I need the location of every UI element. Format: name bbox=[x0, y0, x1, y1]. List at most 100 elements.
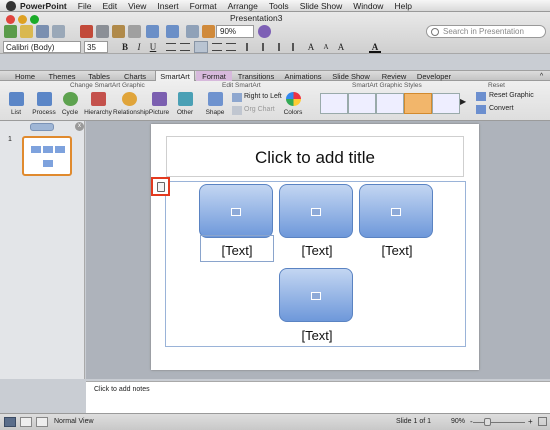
menu-app-name[interactable]: PowerPoint bbox=[20, 1, 67, 11]
cycle-button[interactable]: Cycle bbox=[58, 92, 82, 116]
right-to-left-button[interactable]: Right to Left bbox=[244, 93, 282, 100]
smartart-text-1[interactable]: [Text] bbox=[197, 243, 277, 258]
menu-view[interactable]: View bbox=[128, 1, 146, 11]
align-right-icon[interactable] bbox=[212, 43, 222, 51]
relationship-button[interactable]: Relationship bbox=[113, 92, 149, 116]
normal-view-icon[interactable] bbox=[4, 417, 16, 427]
font-size-field[interactable]: 35 bbox=[84, 41, 108, 53]
zoom-in-icon[interactable]: + bbox=[528, 417, 533, 426]
zoom-window-icon[interactable] bbox=[30, 15, 39, 24]
reset-graphic-button[interactable]: Reset Graphic bbox=[489, 92, 534, 99]
menu-help[interactable]: Help bbox=[394, 1, 411, 11]
collapse-ribbon-icon[interactable]: ^ bbox=[537, 72, 546, 81]
format-painter-icon[interactable] bbox=[128, 25, 141, 38]
ribbon-tab-bar: Home Themes Tables Charts SmartArt Forma… bbox=[0, 70, 550, 83]
style-thumbnail-5[interactable] bbox=[432, 93, 460, 114]
picture-placeholder-icon[interactable] bbox=[311, 208, 321, 216]
italic-button[interactable]: I bbox=[133, 41, 145, 53]
picture-placeholder-icon[interactable] bbox=[391, 208, 401, 216]
justify-icon[interactable] bbox=[226, 43, 236, 51]
menu-bar: PowerPoint File Edit View Insert Format … bbox=[0, 0, 550, 12]
align-center-active-icon[interactable] bbox=[194, 41, 208, 53]
picture-icon[interactable] bbox=[202, 25, 215, 38]
close-window-icon[interactable] bbox=[6, 15, 15, 24]
menu-insert[interactable]: Insert bbox=[157, 1, 178, 11]
smartart-shape-4[interactable] bbox=[279, 268, 353, 322]
copy-icon[interactable] bbox=[96, 25, 109, 38]
style-thumbnail-2[interactable] bbox=[348, 93, 376, 114]
text-pane-button[interactable] bbox=[151, 177, 170, 196]
menu-arrange[interactable]: Arrange bbox=[228, 1, 258, 11]
style-thumbnail-1[interactable] bbox=[320, 93, 348, 114]
table-icon[interactable] bbox=[186, 25, 199, 38]
search-input[interactable]: Search in Presentation bbox=[426, 25, 546, 38]
picture-placeholder-icon[interactable] bbox=[231, 208, 241, 216]
print-icon[interactable] bbox=[52, 25, 65, 38]
menu-slide-show[interactable]: Slide Show bbox=[300, 1, 343, 11]
org-chart-button[interactable]: Org Chart bbox=[244, 106, 275, 113]
save-icon[interactable] bbox=[36, 25, 49, 38]
search-icon bbox=[431, 28, 439, 36]
align-center-icon[interactable] bbox=[180, 43, 190, 51]
relationship-layout-icon bbox=[121, 92, 137, 106]
smartart-shape-3[interactable] bbox=[359, 184, 433, 238]
picture-button[interactable]: Picture bbox=[146, 92, 172, 116]
apple-icon[interactable] bbox=[6, 0, 16, 11]
zoom-out-icon[interactable]: - bbox=[470, 417, 473, 426]
smartart-shape-1[interactable] bbox=[199, 184, 273, 238]
zoom-slider-thumb[interactable] bbox=[484, 418, 491, 426]
bold-button[interactable]: B bbox=[119, 41, 131, 53]
increase-indent-icon[interactable] bbox=[292, 43, 302, 51]
slide-sorter-icon[interactable] bbox=[20, 417, 32, 427]
title-placeholder[interactable]: Click to add title bbox=[166, 136, 464, 177]
menu-edit[interactable]: Edit bbox=[102, 1, 117, 11]
font-name-field[interactable]: Calibri (Body) bbox=[3, 41, 81, 53]
open-icon[interactable] bbox=[20, 25, 33, 38]
colors-button[interactable]: Colors bbox=[281, 92, 305, 116]
underline-button[interactable]: U bbox=[147, 41, 159, 53]
paste-icon[interactable] bbox=[112, 25, 125, 38]
bullets-icon[interactable] bbox=[246, 43, 256, 51]
smartart-graphic[interactable]: [Text] [Text] [Text] [Text] bbox=[165, 181, 466, 347]
help-icon[interactable] bbox=[258, 25, 271, 38]
smartart-text-3[interactable]: [Text] bbox=[357, 243, 437, 258]
fit-to-window-icon[interactable] bbox=[538, 417, 547, 426]
menu-format[interactable]: Format bbox=[190, 1, 217, 11]
align-left-icon[interactable] bbox=[166, 43, 176, 51]
minimize-window-icon[interactable] bbox=[18, 15, 27, 24]
menu-tools[interactable]: Tools bbox=[269, 1, 289, 11]
decrease-indent-icon[interactable] bbox=[278, 43, 288, 51]
menu-window[interactable]: Window bbox=[353, 1, 383, 11]
cut-icon[interactable] bbox=[80, 25, 93, 38]
hierarchy-button[interactable]: Hierarchy bbox=[83, 92, 113, 116]
smartart-text-2[interactable]: [Text] bbox=[277, 243, 357, 258]
style-thumbnail-4-selected[interactable] bbox=[404, 93, 432, 114]
zoom-slider[interactable] bbox=[473, 422, 525, 423]
convert-button[interactable]: Convert bbox=[489, 105, 514, 112]
notes-pane[interactable]: Click to add notes bbox=[86, 381, 550, 413]
slide-show-icon[interactable] bbox=[36, 417, 48, 427]
menu-file[interactable]: File bbox=[78, 1, 92, 11]
new-presentation-icon[interactable] bbox=[4, 25, 17, 38]
zoom-select[interactable]: 90% bbox=[216, 25, 254, 38]
font-color-icon[interactable]: A bbox=[369, 41, 381, 53]
slide-thumbnail[interactable] bbox=[22, 136, 72, 176]
increase-font-size-icon[interactable]: A bbox=[305, 41, 317, 53]
clear-formatting-icon[interactable]: A bbox=[335, 41, 347, 53]
thumb-shape-1 bbox=[31, 146, 41, 153]
numbering-icon[interactable] bbox=[262, 43, 272, 51]
shape-button[interactable]: Shape bbox=[203, 92, 227, 116]
other-button[interactable]: Other bbox=[173, 92, 197, 116]
redo-icon[interactable] bbox=[166, 25, 179, 38]
process-button[interactable]: Process bbox=[30, 92, 58, 116]
decrease-font-size-icon[interactable]: A bbox=[320, 41, 332, 53]
list-button[interactable]: List bbox=[2, 92, 30, 116]
styles-more-icon[interactable]: ▶ bbox=[460, 97, 468, 109]
undo-icon[interactable] bbox=[146, 25, 159, 38]
slides-outline-toggle[interactable] bbox=[30, 123, 54, 131]
close-pane-icon[interactable]: x bbox=[75, 122, 84, 131]
picture-placeholder-icon[interactable] bbox=[311, 292, 321, 300]
style-thumbnail-3[interactable] bbox=[376, 93, 404, 114]
smartart-shape-2[interactable] bbox=[279, 184, 353, 238]
smartart-text-4[interactable]: [Text] bbox=[277, 328, 357, 343]
